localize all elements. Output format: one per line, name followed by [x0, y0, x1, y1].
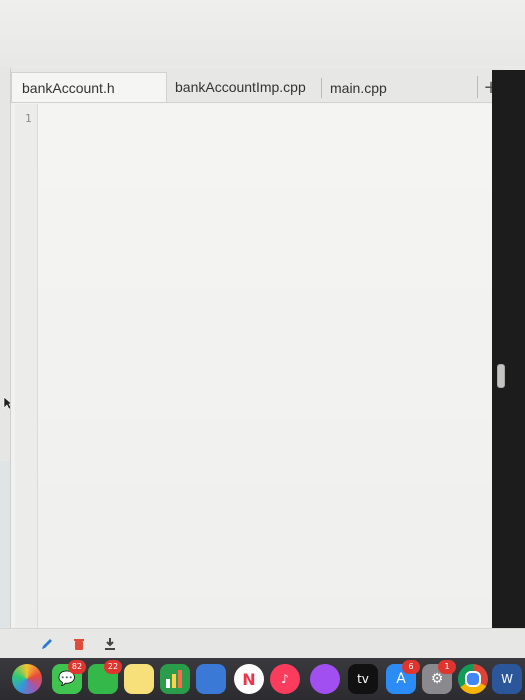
- podcasts-icon[interactable]: [310, 664, 340, 694]
- download-icon[interactable]: [103, 637, 117, 651]
- macos-dock: 💬 82 22 N ♪ tv A 6 ⚙ 1 W: [0, 658, 525, 700]
- line-number-gutter: 1: [15, 104, 38, 628]
- line-number: 1: [25, 112, 32, 125]
- notes-icon[interactable]: [124, 664, 154, 694]
- system-preferences-icon[interactable]: ⚙ 1: [422, 660, 456, 694]
- tv-label: tv: [357, 672, 369, 686]
- messages-icon[interactable]: 💬 82: [52, 660, 86, 694]
- pencil-icon[interactable]: [40, 637, 54, 651]
- keynote-icon[interactable]: [196, 664, 226, 694]
- editor-bottom-toolbar: [0, 628, 525, 659]
- bar-chart-icon: [166, 670, 182, 688]
- chrome-icon[interactable]: [458, 664, 488, 694]
- right-resize-handle[interactable]: [497, 364, 505, 388]
- word-label: W: [501, 672, 513, 686]
- file-tab-bar: bankAccount.h bankAccountImp.cpp main.cp…: [11, 68, 506, 103]
- tab-label: bankAccountImp.cpp: [175, 79, 306, 95]
- tab-bankaccountimp-cpp[interactable]: bankAccountImp.cpp: [175, 72, 325, 102]
- news-icon[interactable]: N: [234, 664, 264, 694]
- numbers-icon[interactable]: [160, 664, 190, 694]
- browser-top-area: [0, 0, 525, 66]
- tv-icon[interactable]: tv: [348, 664, 378, 694]
- tab-bankaccount-h[interactable]: bankAccount.h: [11, 72, 167, 102]
- badge: 1: [438, 660, 456, 674]
- tab-main-cpp[interactable]: main.cpp: [321, 78, 441, 98]
- photos-icon[interactable]: [12, 664, 42, 694]
- facetime-icon[interactable]: 22: [88, 660, 122, 694]
- right-dark-panel: [492, 70, 525, 632]
- word-icon[interactable]: W: [492, 664, 522, 694]
- code-editor: bankAccount.h bankAccountImp.cpp main.cp…: [10, 68, 506, 628]
- trash-icon[interactable]: [72, 637, 86, 651]
- app-store-icon[interactable]: A 6: [386, 660, 420, 694]
- badge: 82: [68, 660, 86, 674]
- tab-label: main.cpp: [330, 80, 387, 96]
- code-text-area[interactable]: [38, 104, 500, 628]
- screen: bankAccount.h bankAccountImp.cpp main.cp…: [0, 0, 525, 700]
- badge: 22: [104, 660, 122, 674]
- tab-label: bankAccount.h: [22, 79, 115, 96]
- music-icon[interactable]: ♪: [270, 664, 300, 694]
- badge: 6: [402, 660, 420, 674]
